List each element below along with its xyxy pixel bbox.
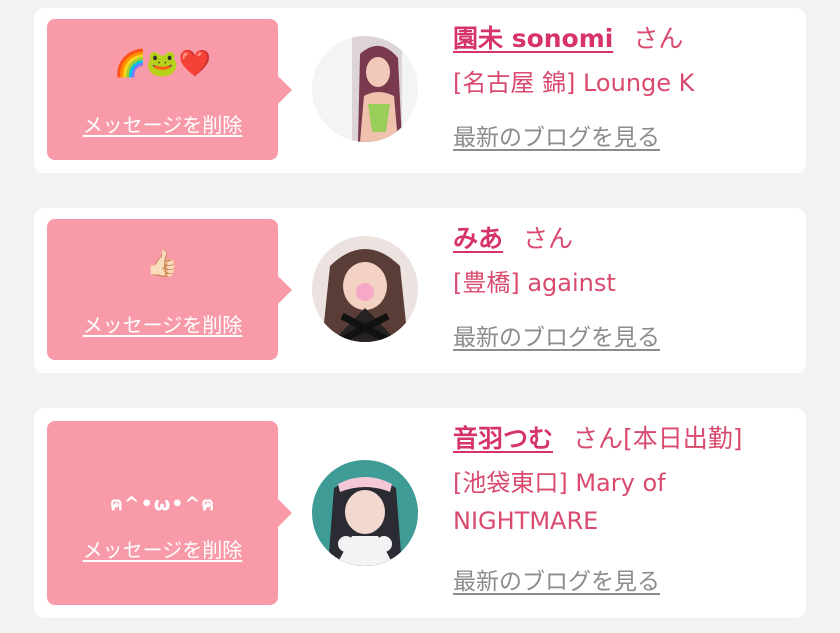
- cast-name-link[interactable]: 音羽つむ: [453, 424, 553, 453]
- cast-info: 園未 sonomi さん [名古屋 錦] Lounge K 最新のブログを見る: [453, 22, 793, 151]
- message-list: 🌈🐸❤️ メッセージを削除 園未 sonomi さん [名古屋 錦] Lounge…: [0, 0, 840, 633]
- message-text: ฅ^•ω•^ฅ: [109, 493, 216, 515]
- cast-info: みあ さん [豊橋] against 最新のブログを見る: [453, 222, 793, 351]
- list-item: 👍🏻 メッセージを削除 みあ さん [豊橋] against 最新のブログを見る: [34, 208, 806, 373]
- honorific: さん: [633, 24, 684, 53]
- avatar[interactable]: [312, 236, 418, 342]
- blog-link[interactable]: 最新のブログを見る: [453, 567, 660, 597]
- message-text: 👍🏻: [146, 249, 179, 279]
- message-bubble: ฅ^•ω•^ฅ メッセージを削除: [47, 421, 292, 605]
- delete-message-link[interactable]: メッセージを削除: [47, 313, 278, 337]
- avatar-photo: [312, 36, 418, 142]
- blog-link[interactable]: 最新のブログを見る: [453, 323, 660, 353]
- shop-name: [豊橋] against: [453, 269, 616, 297]
- cast-name-link[interactable]: みあ: [453, 224, 503, 253]
- message-text: 🌈🐸❤️: [113, 49, 212, 79]
- delete-message-link[interactable]: メッセージを削除: [47, 113, 278, 137]
- honorific: さん: [573, 424, 624, 453]
- list-item: 🌈🐸❤️ メッセージを削除 園未 sonomi さん [名古屋 錦] Lounge…: [34, 8, 806, 173]
- name-line: 音羽つむ さん[本日出勤]: [453, 422, 793, 456]
- shop-name: [池袋東口] Mary of NIGHTMARE: [453, 469, 666, 535]
- message-bubble: 👍🏻 メッセージを削除: [47, 219, 292, 360]
- name-line: 園未 sonomi さん: [453, 22, 793, 56]
- avatar[interactable]: [312, 460, 418, 566]
- avatar[interactable]: [312, 36, 418, 142]
- cast-name-link[interactable]: 園未 sonomi: [453, 24, 613, 53]
- honorific: さん: [523, 224, 574, 253]
- list-item: ฅ^•ω•^ฅ メッセージを削除 音羽つむ さん[本日出勤] [池袋東口] Mar…: [34, 408, 806, 618]
- avatar-photo: [312, 236, 418, 342]
- name-line: みあ さん: [453, 222, 793, 256]
- message-bubble: 🌈🐸❤️ メッセージを削除: [47, 19, 292, 160]
- status-text: [本日出勤]: [623, 424, 743, 453]
- cast-info: 音羽つむ さん[本日出勤] [池袋東口] Mary of NIGHTMARE 最新…: [453, 422, 793, 595]
- delete-message-link[interactable]: メッセージを削除: [47, 538, 278, 562]
- avatar-photo: [312, 460, 418, 566]
- shop-name: [名古屋 錦] Lounge K: [453, 69, 695, 97]
- blog-link[interactable]: 最新のブログを見る: [453, 123, 660, 153]
